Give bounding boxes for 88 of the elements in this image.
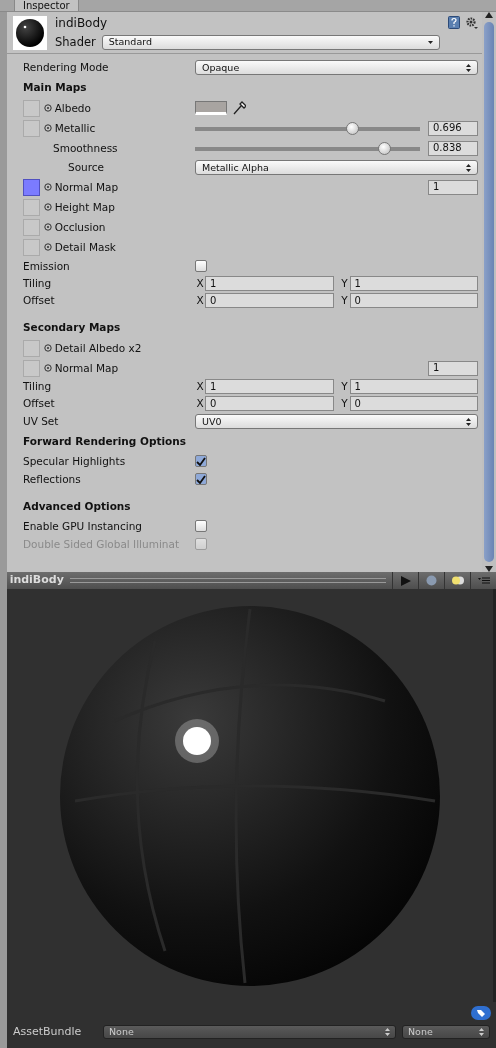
field-label: Normal Map [54, 180, 119, 194]
field-label: Reflections [23, 472, 81, 486]
asset-bundle-dropdown[interactable]: None [103, 1025, 396, 1040]
axis-label: Y [340, 380, 349, 393]
scroll-up-arrow-icon[interactable] [485, 12, 493, 18]
gear-icon[interactable] [465, 16, 478, 29]
field-label: Albedo [54, 101, 91, 115]
field-label: Offset [23, 397, 55, 410]
shader-label: Shader [55, 33, 96, 51]
number-field[interactable]: 0 [349, 293, 478, 308]
section-header: Forward Rendering Options [23, 435, 187, 448]
field-label: Metallic [54, 121, 96, 135]
dropdown-arrow-icon [427, 41, 433, 44]
field-label: Offset [23, 294, 55, 307]
material-name: indiBody [55, 14, 109, 32]
value-dropdown[interactable]: Opaque [195, 60, 478, 75]
number-field[interactable]: 0 [205, 396, 334, 411]
preview-title: indiBody [8, 572, 64, 589]
field-label: Rendering Mode [23, 61, 109, 74]
field-label: Smoothness [52, 141, 118, 155]
checkbox[interactable] [195, 260, 207, 272]
field-label: Specular Highlights [23, 454, 126, 468]
scroll-down-arrow-icon[interactable] [485, 566, 493, 572]
section-header: Advanced Options [23, 500, 131, 513]
menu-icon [477, 577, 490, 584]
object-picker-icon[interactable] [44, 243, 52, 251]
object-picker-icon[interactable] [44, 364, 52, 372]
field-label: Tiling [23, 380, 52, 393]
value-dropdown[interactable]: UV0 [195, 414, 478, 429]
field-label: Enable GPU Instancing [23, 519, 143, 533]
number-field[interactable]: 1 [428, 360, 478, 376]
checkbox[interactable] [195, 455, 207, 467]
axis-label: X [195, 380, 205, 393]
object-picker-icon[interactable] [44, 183, 52, 191]
number-field[interactable]: 1 [349, 276, 478, 291]
number-field[interactable]: 0.838 [428, 140, 478, 156]
section-header: Secondary Maps [23, 321, 121, 334]
field-label: Detail Mask [54, 240, 116, 254]
field-label: Detail Albedo x2 [54, 341, 142, 355]
updown-arrow-icon [466, 163, 471, 172]
number-field[interactable]: 1 [428, 179, 478, 195]
scrollbar[interactable] [482, 12, 496, 572]
field-label: Tiling [23, 277, 52, 290]
value-dropdown[interactable]: Metallic Alpha [195, 160, 478, 175]
texture-slot[interactable] [23, 178, 40, 196]
axis-label: X [195, 277, 205, 290]
number-field[interactable]: 0 [349, 396, 478, 411]
object-picker-icon[interactable] [44, 223, 52, 231]
updown-arrow-icon [466, 417, 471, 426]
slider-thumb[interactable] [345, 121, 359, 135]
number-field[interactable]: 1 [205, 379, 334, 394]
tag-icon[interactable] [471, 1006, 491, 1020]
object-picker-icon[interactable] [44, 124, 52, 132]
updown-arrow-icon [385, 1028, 390, 1037]
shader-dropdown[interactable]: Standard [101, 35, 440, 50]
object-picker-icon[interactable] [44, 203, 52, 211]
number-field[interactable]: 1 [205, 276, 334, 291]
help-book-icon[interactable] [447, 16, 460, 29]
variant-dropdown[interactable]: None [402, 1025, 490, 1040]
sphere-icon [426, 575, 437, 586]
axis-label: Y [340, 277, 349, 290]
asset-bundle-label: AssetBundle [13, 1024, 83, 1040]
field-label: Normal Map [54, 361, 119, 375]
slider-thumb[interactable] [377, 141, 391, 155]
field-label: Occlusion [54, 220, 106, 234]
object-picker-icon[interactable] [44, 104, 52, 112]
field-label: Source [67, 161, 105, 174]
section-header: Main Maps [23, 81, 87, 94]
color-swatch[interactable] [195, 101, 227, 115]
axis-label: Y [340, 294, 349, 307]
axis-label: Y [340, 397, 349, 410]
play-icon [400, 575, 411, 586]
number-field[interactable]: 0.696 [428, 120, 478, 136]
inspector-tab[interactable]: Inspector [14, 0, 79, 11]
field-label: Height Map [54, 200, 115, 214]
number-field[interactable]: 0 [205, 293, 334, 308]
updown-arrow-icon [466, 63, 471, 72]
field-label: Emission [23, 259, 70, 273]
object-picker-icon[interactable] [44, 344, 52, 352]
updown-arrow-icon [479, 1028, 484, 1037]
checkbox[interactable] [195, 520, 207, 532]
lights-icon [450, 576, 465, 585]
eyedropper-icon[interactable] [233, 101, 246, 115]
number-field[interactable]: 1 [349, 379, 478, 394]
axis-label: X [195, 397, 205, 410]
checkbox[interactable] [195, 473, 207, 485]
field-label: UV Set [23, 415, 59, 428]
axis-label: X [195, 294, 205, 307]
